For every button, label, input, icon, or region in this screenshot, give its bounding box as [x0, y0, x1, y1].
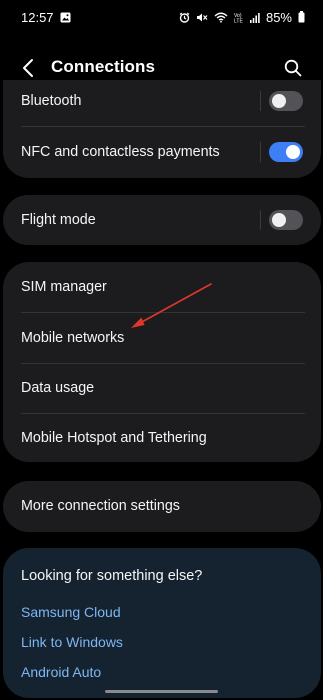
mute-icon: [196, 12, 208, 23]
home-indicator[interactable]: [105, 690, 218, 693]
toggle-separator: [260, 210, 261, 230]
link-to-windows-link[interactable]: Link to Windows: [21, 634, 123, 650]
nfc-row[interactable]: NFC and contactless payments: [3, 127, 321, 177]
nfc-toggle-wrap: [260, 142, 303, 162]
status-left: 12:57: [21, 10, 71, 25]
toggle-knob: [286, 145, 300, 159]
status-time: 12:57: [21, 9, 54, 25]
status-bar: 12:57 Vo) LTE 85%: [0, 0, 323, 34]
wifi-icon: [214, 12, 228, 23]
flight-mode-row[interactable]: Flight mode: [3, 195, 321, 245]
battery-percent: 85%: [265, 9, 292, 25]
mobile-hotspot-row[interactable]: Mobile Hotspot and Tethering: [3, 413, 321, 463]
bluetooth-label: Bluetooth: [21, 93, 82, 109]
looking-for-card: Looking for something else? Samsung Clou…: [3, 548, 321, 698]
samsung-cloud-link[interactable]: Samsung Cloud: [21, 604, 121, 620]
more-settings-card: More connection settings: [3, 481, 321, 532]
bluetooth-toggle[interactable]: [269, 91, 303, 111]
alarm-icon: [179, 12, 190, 23]
flight-mode-label: Flight mode: [21, 212, 96, 228]
toggle-knob: [272, 94, 286, 108]
bluetooth-toggle-wrap: [260, 91, 303, 111]
sim-manager-label: SIM manager: [21, 279, 107, 295]
sim-manager-row[interactable]: SIM manager: [3, 262, 321, 312]
battery-icon: [298, 11, 305, 23]
network-card: SIM manager Mobile networks Data usage M…: [3, 262, 321, 462]
toggle-separator: [260, 142, 261, 162]
search-icon: [284, 59, 302, 77]
nfc-label: NFC and contactless payments: [21, 144, 220, 160]
volte-icon: Vo) LTE: [234, 12, 244, 23]
data-usage-row[interactable]: Data usage: [3, 363, 321, 413]
flight-mode-toggle[interactable]: [269, 210, 303, 230]
nfc-toggle[interactable]: [269, 142, 303, 162]
chevron-left-icon: [23, 59, 33, 77]
mobile-hotspot-label: Mobile Hotspot and Tethering: [21, 430, 207, 446]
android-auto-link[interactable]: Android Auto: [21, 664, 101, 680]
toggle-knob: [272, 213, 286, 227]
flight-mode-toggle-wrap: [260, 210, 303, 230]
flight-mode-card: Flight mode: [3, 195, 321, 245]
toggle-separator: [260, 91, 261, 111]
more-connection-settings-row[interactable]: More connection settings: [3, 481, 321, 531]
svg-text:LTE: LTE: [234, 18, 243, 23]
data-usage-label: Data usage: [21, 380, 95, 396]
status-right: Vo) LTE 85%: [179, 10, 305, 25]
gallery-icon: [60, 12, 71, 23]
mobile-networks-label: Mobile networks: [21, 330, 125, 346]
mobile-networks-row[interactable]: Mobile networks: [3, 313, 321, 363]
looking-for-heading: Looking for something else?: [21, 568, 203, 584]
back-button[interactable]: [16, 56, 40, 80]
signal-icon: [249, 12, 260, 23]
more-connection-settings-label: More connection settings: [21, 498, 180, 514]
search-button[interactable]: [281, 56, 305, 80]
header-background: [0, 34, 323, 80]
page-title: Connections: [51, 57, 156, 76]
app-header: Connections: [0, 34, 323, 86]
